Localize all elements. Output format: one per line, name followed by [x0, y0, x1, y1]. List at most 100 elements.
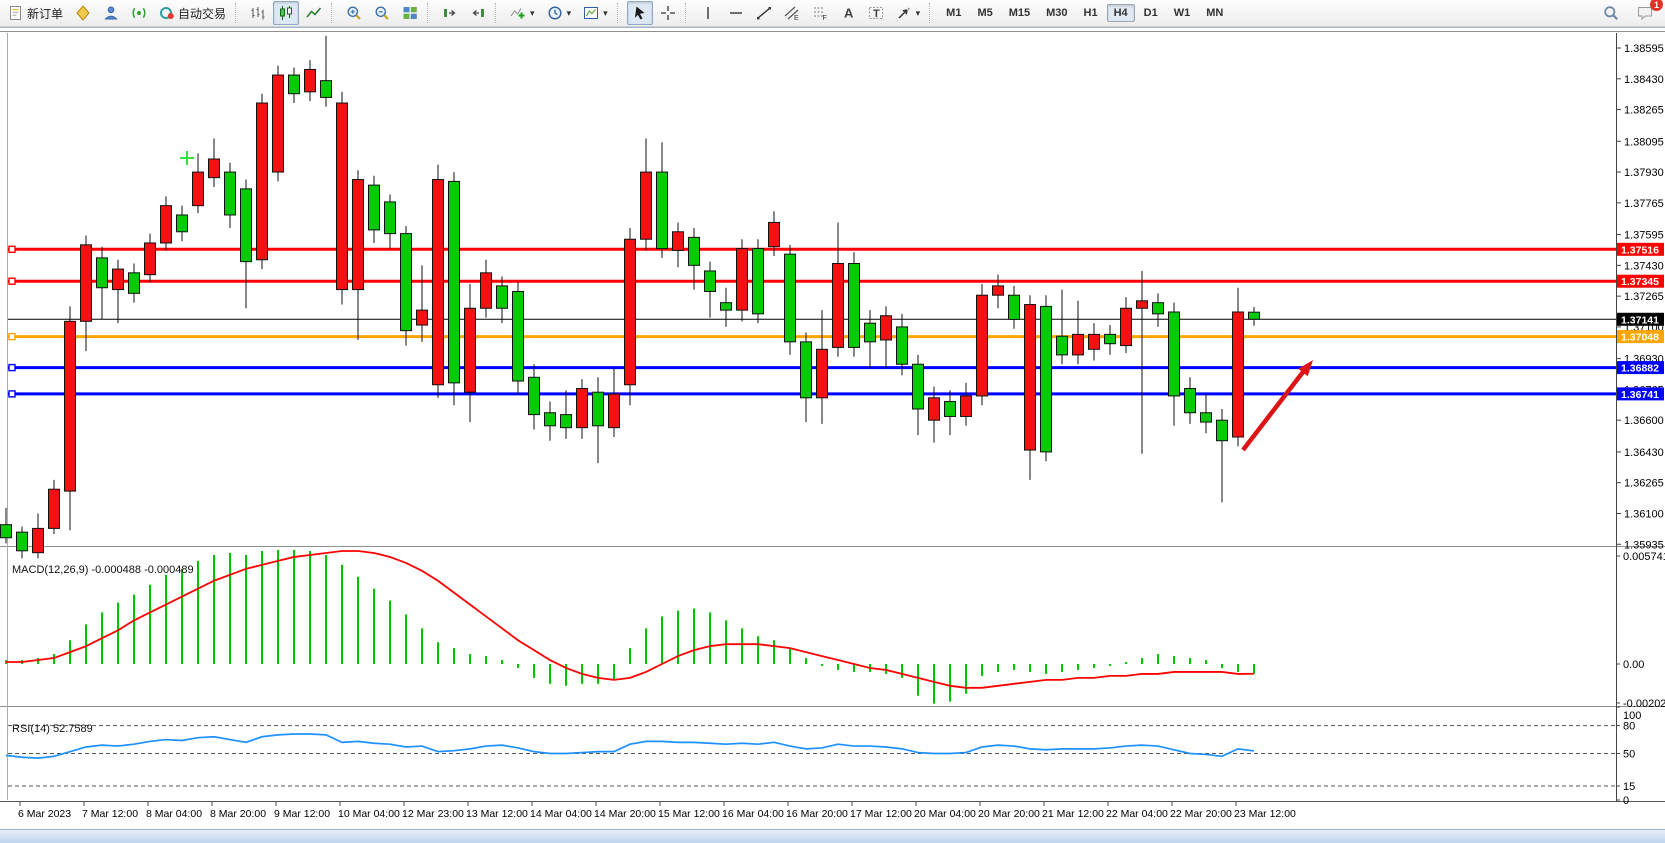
candle-body[interactable] — [833, 263, 844, 347]
horizontal-line-button[interactable] — [723, 1, 749, 25]
candle-body[interactable] — [465, 308, 476, 392]
candle-body[interactable] — [177, 215, 188, 232]
candle-body[interactable] — [417, 310, 428, 325]
dropdown-caret-icon[interactable]: ▾ — [567, 8, 572, 19]
candle-body[interactable] — [145, 243, 156, 275]
data-window-button[interactable] — [98, 1, 124, 25]
candle-body[interactable] — [17, 532, 28, 551]
candle-body[interactable] — [1121, 308, 1132, 345]
candle-body[interactable] — [129, 273, 140, 294]
candle-body[interactable] — [977, 295, 988, 396]
time-axis-label[interactable]: 8 Mar 04:00 — [146, 808, 202, 820]
hline-anchor-handle[interactable] — [9, 278, 15, 284]
time-axis-label[interactable]: 23 Mar 12:00 — [1234, 808, 1296, 820]
candle-body[interactable] — [769, 222, 780, 246]
time-axis-label[interactable]: 14 Mar 04:00 — [530, 808, 592, 820]
zoom-out-button[interactable] — [369, 1, 395, 25]
candle-body[interactable] — [353, 180, 364, 290]
timeframe-m1-button[interactable]: M1 — [939, 4, 968, 22]
timeframe-w1-button[interactable]: W1 — [1167, 4, 1198, 22]
candle-body[interactable] — [241, 189, 252, 262]
candle-body[interactable] — [817, 349, 828, 398]
candle-body[interactable] — [289, 75, 300, 94]
candle-body[interactable] — [945, 402, 956, 417]
candle-body[interactable] — [641, 172, 652, 239]
chart-canvas[interactable]: 1.385951.384301.382651.380951.379301.377… — [0, 28, 1665, 831]
candle-body[interactable] — [913, 364, 924, 409]
candle-body[interactable] — [1169, 312, 1180, 396]
timeframe-m5-button[interactable]: M5 — [970, 4, 999, 22]
timeframe-m15-button[interactable]: M15 — [1002, 4, 1037, 22]
candle-body[interactable] — [257, 103, 268, 260]
candle-body[interactable] — [81, 245, 92, 321]
timeframe-m30-button[interactable]: M30 — [1039, 4, 1074, 22]
candle-body[interactable] — [625, 239, 636, 385]
candle-body[interactable] — [209, 159, 220, 178]
time-axis-label[interactable]: 22 Mar 04:00 — [1106, 808, 1168, 820]
time-axis-label[interactable]: 14 Mar 20:00 — [594, 808, 656, 820]
candle-body[interactable] — [193, 172, 204, 206]
crosshair-button[interactable] — [655, 1, 681, 25]
text-button[interactable]: A — [835, 1, 861, 25]
candle-body[interactable] — [1201, 413, 1212, 422]
time-axis-label[interactable]: 13 Mar 12:00 — [466, 808, 528, 820]
candle-body[interactable] — [369, 185, 380, 230]
zoom-in-button[interactable] — [341, 1, 367, 25]
candle-body[interactable] — [785, 254, 796, 342]
candle-body[interactable] — [705, 271, 716, 292]
candle-body[interactable] — [1057, 336, 1068, 355]
dropdown-caret-icon[interactable]: ▾ — [530, 8, 535, 19]
candle-body[interactable] — [305, 69, 316, 91]
candle-body[interactable] — [881, 316, 892, 340]
market-watch-button[interactable] — [70, 1, 96, 25]
fibonacci-button[interactable]: F — [807, 1, 833, 25]
hline-anchor-handle[interactable] — [9, 391, 15, 397]
candle-body[interactable] — [433, 180, 444, 385]
search-button[interactable] — [1598, 1, 1624, 25]
line-chart-button[interactable] — [301, 1, 327, 25]
candle-body[interactable] — [33, 528, 44, 552]
candle-body[interactable] — [961, 396, 972, 417]
candle-body[interactable] — [49, 489, 60, 528]
notifications-button[interactable]: 1 — [1632, 1, 1658, 25]
time-axis-label[interactable]: 21 Mar 12:00 — [1042, 808, 1104, 820]
auto-trading-button[interactable]: 自动交易 — [154, 1, 231, 25]
candle-body[interactable] — [1249, 312, 1260, 319]
bar-chart-button[interactable] — [245, 1, 271, 25]
arrows-button[interactable]: ▾ — [891, 1, 926, 25]
candle-body[interactable] — [337, 103, 348, 290]
candle-body[interactable] — [577, 388, 588, 427]
chart-shift-button[interactable] — [465, 1, 491, 25]
time-axis-label[interactable]: 8 Mar 20:00 — [210, 808, 266, 820]
time-axis-label[interactable]: 7 Mar 12:00 — [82, 808, 138, 820]
candle-body[interactable] — [225, 172, 236, 215]
indicators-button[interactable]: ▾ — [505, 1, 540, 25]
dropdown-caret-icon[interactable]: ▾ — [603, 8, 608, 19]
timeframe-h4-button[interactable]: H4 — [1107, 4, 1135, 22]
candle-body[interactable] — [321, 81, 332, 98]
candle-body[interactable] — [1185, 388, 1196, 412]
candlestick-chart-button[interactable] — [273, 1, 299, 25]
candle-body[interactable] — [481, 273, 492, 308]
candle-body[interactable] — [849, 263, 860, 347]
candle-body[interactable] — [1041, 306, 1052, 452]
time-axis-label[interactable]: 15 Mar 12:00 — [658, 808, 720, 820]
text-label-button[interactable]: T — [863, 1, 889, 25]
tile-windows-button[interactable] — [397, 1, 423, 25]
candle-body[interactable] — [529, 377, 540, 414]
timeframe-h1-button[interactable]: H1 — [1077, 4, 1105, 22]
equidistant-channel-button[interactable]: E — [779, 1, 805, 25]
candle-body[interactable] — [1105, 334, 1116, 343]
cursor-button[interactable] — [627, 1, 653, 25]
candle-body[interactable] — [97, 258, 108, 288]
candle-body[interactable] — [65, 321, 76, 491]
candle-body[interactable] — [513, 291, 524, 381]
candle-body[interactable] — [593, 392, 604, 426]
templates-button[interactable]: ▾ — [578, 1, 613, 25]
candle-body[interactable] — [161, 206, 172, 243]
time-axis-label[interactable]: 20 Mar 20:00 — [978, 808, 1040, 820]
timeframe-mn-button[interactable]: MN — [1199, 4, 1230, 22]
candle-body[interactable] — [865, 323, 876, 342]
candle-body[interactable] — [1025, 305, 1036, 451]
candle-body[interactable] — [497, 286, 508, 308]
